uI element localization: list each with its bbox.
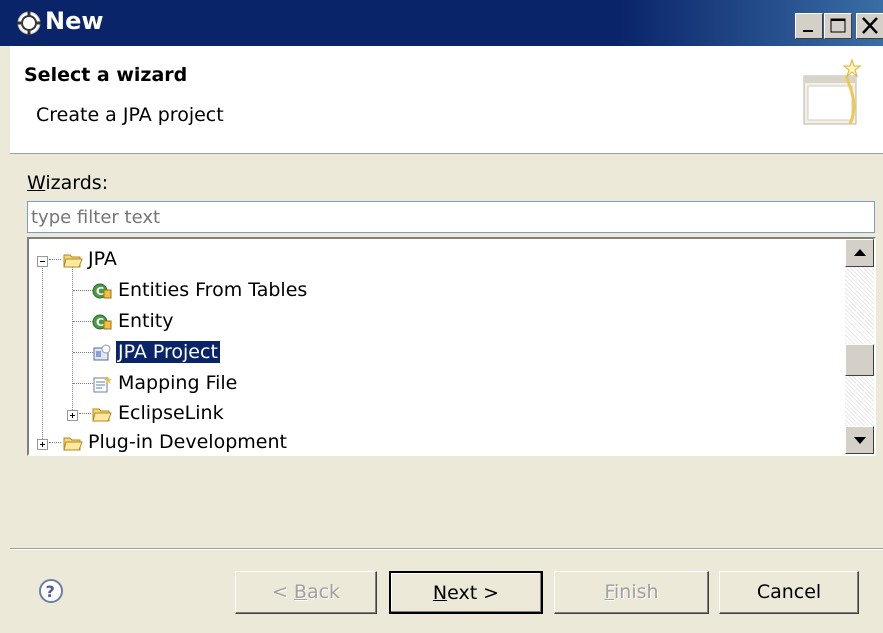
tree-item-plugin-development[interactable]: Plug-in Development [29, 428, 349, 454]
back-button-label: ack [306, 581, 341, 603]
close-button[interactable] [856, 13, 883, 39]
tree-item-label: EclipseLink [118, 402, 224, 424]
wizard-banner: Select a wizard Create a JPA project [10, 46, 883, 154]
tree-item-entities-from-tables[interactable]: C Entities From Tables [29, 276, 349, 306]
cancel-button[interactable]: Cancel [719, 571, 859, 614]
mapping-file-icon [93, 376, 112, 393]
folder-icon [63, 437, 83, 451]
tree-item-label: JPA Project [115, 340, 221, 364]
folder-open-icon [63, 254, 83, 268]
entity-icon: C [92, 283, 112, 299]
close-icon [862, 17, 878, 34]
tree-item-mapping-file[interactable]: Mapping File [29, 369, 269, 399]
minimize-button[interactable] [795, 13, 823, 39]
arrow-down-icon [854, 437, 866, 444]
jpa-project-icon [93, 344, 111, 361]
arrow-up-icon [854, 249, 866, 256]
back-button-mnemonic: B [293, 581, 307, 603]
finish-button-label: inish [614, 581, 659, 603]
banner-description: Create a JPA project [36, 104, 224, 126]
tree-item-label: JPA [88, 248, 117, 270]
tree-item-label: Mapping File [118, 372, 238, 394]
maximize-icon [830, 18, 846, 33]
back-button-prefix: < [271, 581, 294, 603]
wizards-label-text: izards: [45, 172, 109, 194]
tree-item-label: Entities From Tables [118, 279, 308, 301]
minimize-icon [803, 30, 813, 32]
tree-item-jpa[interactable]: JPA [29, 245, 329, 275]
tree-item-label: Entity [118, 310, 174, 332]
back-button[interactable]: < Back [235, 571, 377, 614]
collapse-icon[interactable] [37, 256, 48, 267]
scroll-down-button[interactable] [845, 426, 874, 454]
tree-item-entity[interactable]: C Entity [29, 307, 229, 337]
next-button-label: ext > [447, 582, 500, 604]
tree-item-eclipselink[interactable]: EclipseLink [29, 399, 249, 429]
folder-icon [92, 408, 112, 422]
tree-scrollbar[interactable] [845, 239, 874, 454]
filter-input[interactable] [27, 201, 875, 233]
help-icon[interactable]: ? [38, 578, 64, 604]
finish-button-mnemonic: F [604, 581, 614, 603]
title-bar[interactable]: New [0, 0, 883, 46]
svg-text:C: C [96, 285, 104, 298]
window-title: New [45, 7, 104, 35]
expand-icon[interactable] [67, 410, 78, 421]
tree-item-label: Plug-in Development [88, 431, 287, 453]
new-wizard-dialog: New Select a wizard Create a JPA project… [0, 0, 883, 633]
tree-item-jpa-project[interactable]: JPA Project [29, 338, 249, 368]
svg-text:C: C [96, 316, 104, 329]
maximize-button[interactable] [824, 13, 852, 39]
next-button-mnemonic: N [432, 582, 448, 604]
scrollbar-thumb[interactable] [845, 344, 874, 376]
svg-text:?: ? [46, 582, 55, 601]
scroll-up-button[interactable] [845, 239, 874, 267]
next-button[interactable]: Next > [389, 571, 543, 614]
banner-title: Select a wizard [24, 64, 188, 86]
expand-icon[interactable] [37, 439, 48, 450]
entity-icon: C [92, 314, 112, 330]
wizard-banner-icon [803, 58, 862, 125]
eclipse-new-icon [17, 11, 41, 35]
button-bar-separator [10, 548, 883, 550]
wizard-tree[interactable]: JPA C Entities From Tables C Entity JPA … [27, 237, 876, 456]
wizards-label: Wizards: [27, 172, 108, 194]
wizards-label-mnemonic: W [27, 172, 46, 194]
finish-button[interactable]: Finish [554, 571, 709, 614]
cancel-button-label: Cancel [756, 581, 822, 603]
